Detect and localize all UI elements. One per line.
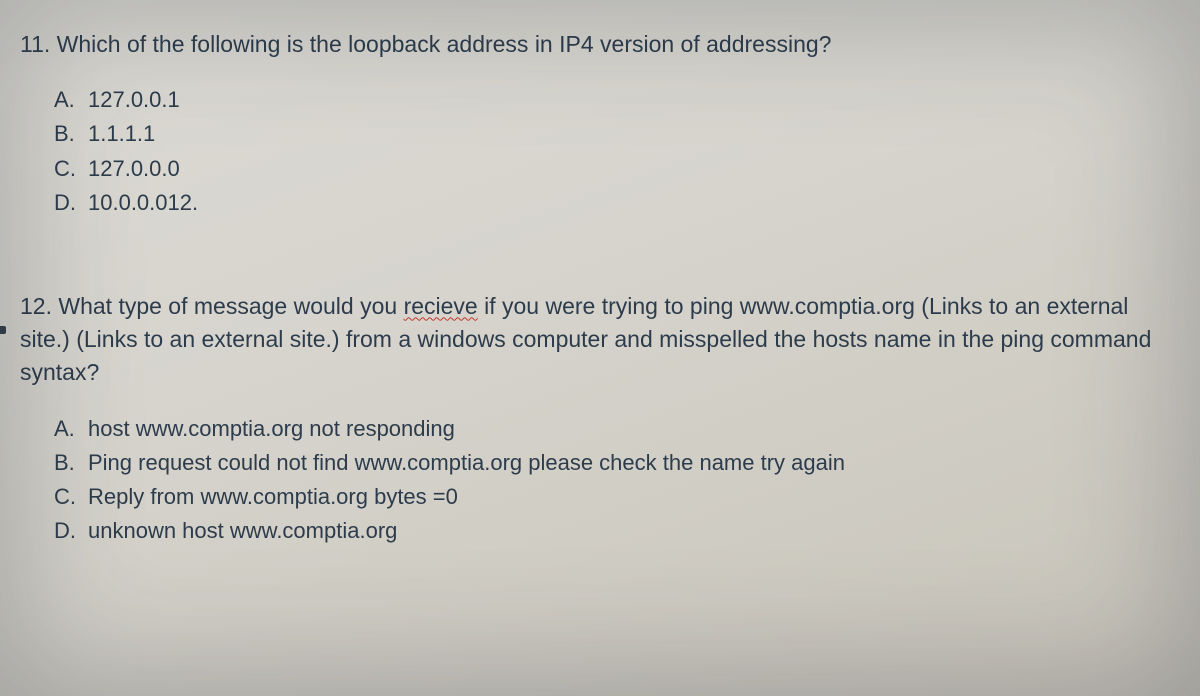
question-11: 11. Which of the following is the loopba…: [20, 28, 1170, 220]
option-12-d: D. unknown host www.comptia.org: [54, 514, 1170, 548]
question-12-text-pre: What type of message would you: [58, 293, 403, 319]
option-11-d: D. 10.0.0.012.: [54, 186, 1170, 220]
option-letter: D.: [54, 186, 88, 220]
option-letter: D.: [54, 514, 88, 548]
misspelled-word: recieve: [404, 293, 478, 319]
question-11-text: Which of the following is the loopback a…: [57, 31, 832, 57]
question-12-options: A. host www.comptia.org not responding B…: [54, 412, 1170, 548]
option-11-b: B. 1.1.1.1: [54, 117, 1170, 151]
option-letter: C.: [54, 480, 88, 514]
option-letter: A.: [54, 83, 88, 117]
question-12-prompt: 12. What type of message would you recie…: [20, 290, 1170, 390]
question-11-options: A. 127.0.0.1 B. 1.1.1.1 C. 127.0.0.0 D. …: [54, 83, 1170, 219]
option-12-c: C. Reply from www.comptia.org bytes =0: [54, 480, 1170, 514]
option-text: 1.1.1.1: [88, 117, 155, 151]
option-text: Ping request could not find www.comptia.…: [88, 446, 845, 480]
question-11-prompt: 11. Which of the following is the loopba…: [20, 28, 1170, 61]
option-text: host www.comptia.org not responding: [88, 412, 455, 446]
option-11-c: C. 127.0.0.0: [54, 152, 1170, 186]
option-12-a: A. host www.comptia.org not responding: [54, 412, 1170, 446]
option-text: unknown host www.comptia.org: [88, 514, 397, 548]
option-text: 127.0.0.1: [88, 83, 180, 117]
option-letter: A.: [54, 412, 88, 446]
option-letter: B.: [54, 446, 88, 480]
option-text: Reply from www.comptia.org bytes =0: [88, 480, 458, 514]
option-letter: B.: [54, 117, 88, 151]
option-text: 10.0.0.012.: [88, 186, 198, 220]
option-letter: C.: [54, 152, 88, 186]
question-12: 12. What type of message would you recie…: [20, 290, 1170, 548]
question-12-number: 12.: [20, 293, 52, 319]
question-11-number: 11.: [20, 31, 50, 57]
option-text: 127.0.0.0: [88, 152, 180, 186]
option-11-a: A. 127.0.0.1: [54, 83, 1170, 117]
option-12-b: B. Ping request could not find www.compt…: [54, 446, 1170, 480]
edge-artifact: [0, 326, 6, 334]
